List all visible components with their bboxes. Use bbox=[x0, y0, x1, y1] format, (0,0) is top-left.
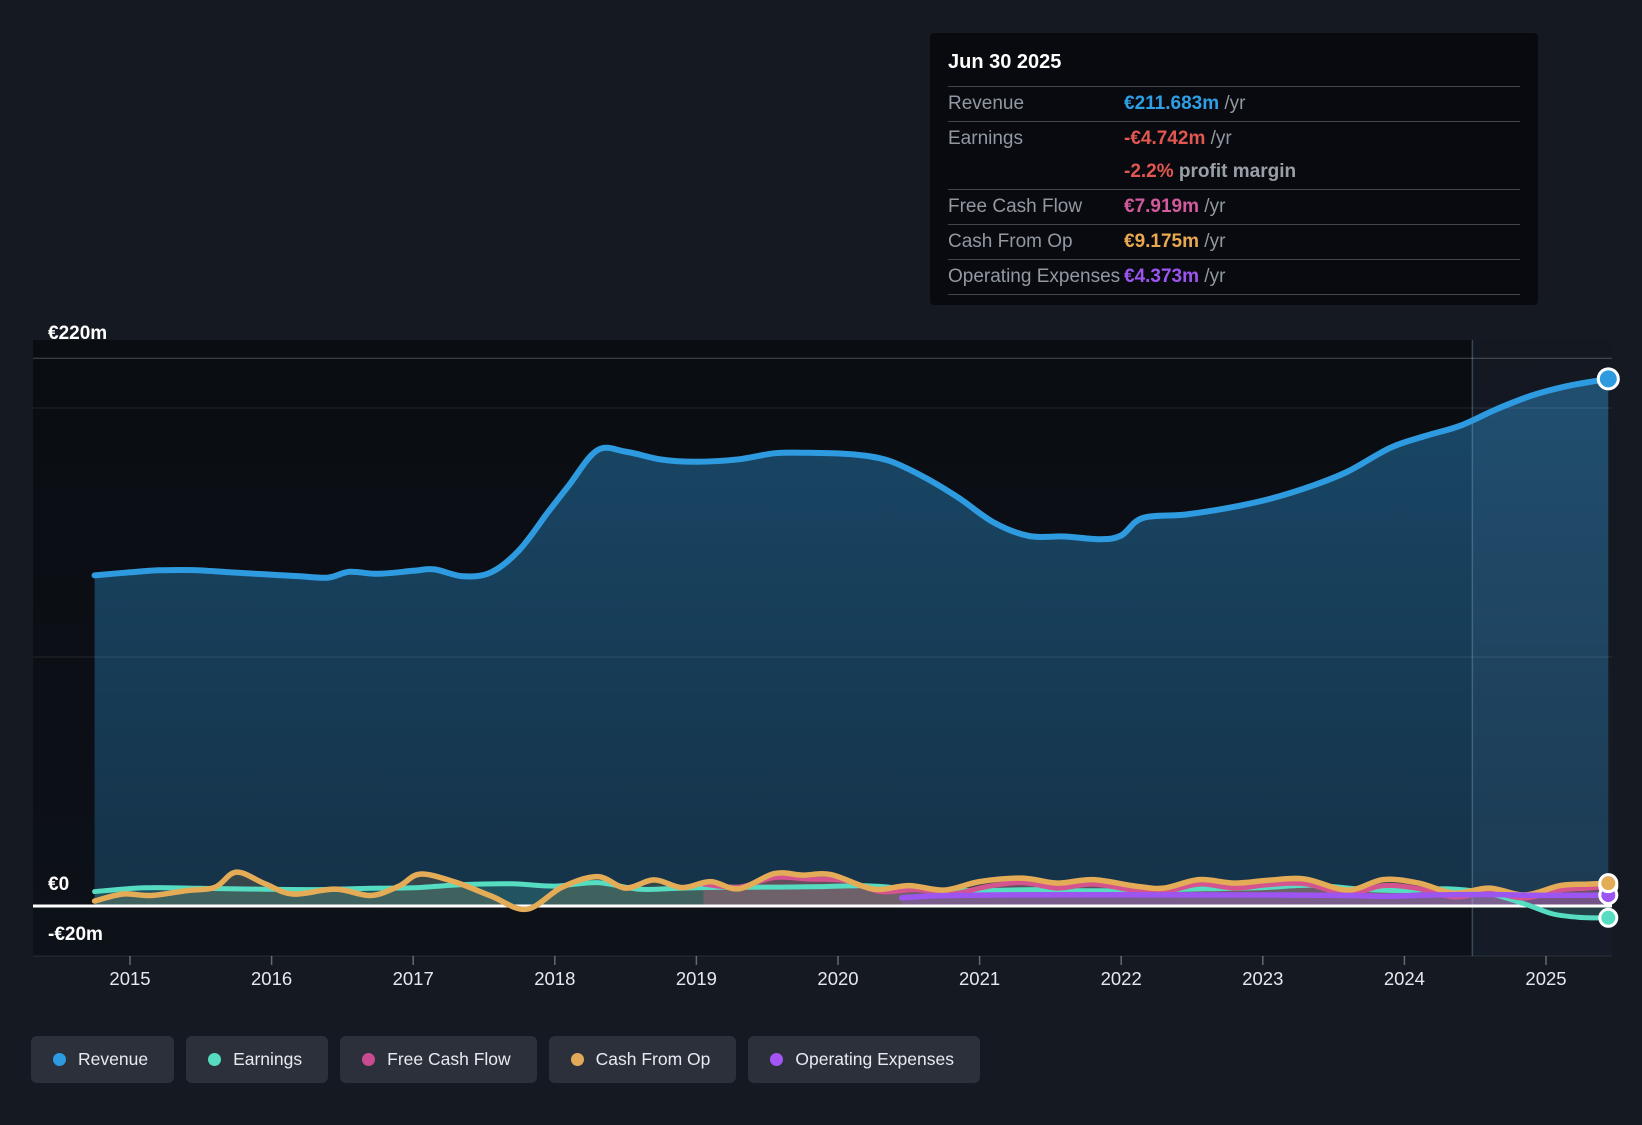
x-tick-label-2022: 2022 bbox=[1101, 968, 1142, 989]
x-tick-label-2018: 2018 bbox=[534, 968, 575, 989]
page: { "chart_data": { "type": "area", "unit"… bbox=[0, 0, 1642, 1120]
highlight-band-rect bbox=[1472, 340, 1612, 956]
x-tick-label-2020: 2020 bbox=[817, 968, 858, 989]
tooltip-row-operating-expenses: Operating Expenses €4.373m /yr bbox=[948, 260, 1520, 295]
tooltip-date: Jun 30 2025 bbox=[948, 43, 1520, 87]
revenue-value: €211.683m bbox=[1124, 93, 1220, 114]
x-tick-label-2021: 2021 bbox=[959, 968, 1000, 989]
earnings-value: -€4.742m bbox=[1124, 128, 1206, 149]
legend-label: Earnings bbox=[233, 1049, 303, 1069]
x-axis: 2015 2016 2017 2018 2019 2020 2021 2022 2023 2024… bbox=[33, 955, 1612, 989]
legend-item-earnings[interactable]: Earnings bbox=[186, 1036, 329, 1083]
free-cash-flow-value: €7.919m bbox=[1124, 196, 1200, 217]
legend-item-operating-expenses[interactable]: Operating Expenses bbox=[748, 1036, 980, 1083]
tooltip-row-free-cash-flow: Free Cash Flow €7.919m /yr bbox=[948, 190, 1520, 225]
operating-expenses-value: €4.373m bbox=[1124, 266, 1200, 287]
profit-margin: -2.2% profit margin bbox=[1124, 161, 1297, 182]
y-axis-zero-label: €0 bbox=[48, 874, 69, 895]
cash-from-op-value: €9.175m bbox=[1124, 231, 1200, 252]
legend-dot-free-cash-flow bbox=[362, 1053, 376, 1066]
y-axis-min-label: -€20m bbox=[48, 924, 103, 945]
tooltip-row-cash-from-op: Cash From Op €9.175m /yr bbox=[948, 225, 1520, 260]
y-axis-max-label: €220m bbox=[48, 323, 107, 344]
x-tick-label-2025: 2025 bbox=[1525, 968, 1566, 989]
legend-item-free-cash-flow[interactable]: Free Cash Flow bbox=[340, 1036, 537, 1083]
legend-label: Operating Expenses bbox=[795, 1049, 954, 1069]
legend-label: Free Cash Flow bbox=[387, 1049, 511, 1069]
x-tick-label-2016: 2016 bbox=[251, 968, 292, 989]
legend-item-revenue[interactable]: Revenue bbox=[31, 1036, 175, 1083]
x-tick-label-2023: 2023 bbox=[1242, 968, 1283, 989]
chart-tooltip: Jun 30 2025 Revenue €211.683m /yr Earnin… bbox=[930, 33, 1538, 305]
tooltip-row-earnings: Earnings -€4.742m /yr -2.2% profit margi… bbox=[948, 122, 1520, 190]
legend-dot-revenue bbox=[53, 1053, 66, 1066]
legend-dot-cash-from-op bbox=[570, 1053, 584, 1066]
legend-dot-operating-expenses bbox=[770, 1053, 784, 1066]
tooltip-row-revenue: Revenue €211.683m /yr bbox=[948, 87, 1520, 122]
cash-from-op-end-marker[interactable] bbox=[1598, 873, 1619, 894]
legend-item-cash-from-op[interactable]: Cash From Op bbox=[548, 1036, 737, 1083]
last-12-months-highlight-band bbox=[1471, 340, 1612, 956]
legend-label: Revenue bbox=[78, 1049, 149, 1069]
x-tick-label-2017: 2017 bbox=[393, 968, 434, 989]
x-tick-label-2024: 2024 bbox=[1384, 968, 1425, 989]
earnings-end-marker[interactable] bbox=[1598, 907, 1619, 928]
legend-label: Cash From Op bbox=[595, 1049, 711, 1069]
legend-dot-earnings bbox=[208, 1053, 222, 1066]
x-tick-label-2015: 2015 bbox=[109, 968, 150, 989]
operating-expenses-line bbox=[898, 891, 1612, 901]
revenue-end-marker[interactable] bbox=[1596, 367, 1620, 391]
chart-legend: Revenue Earnings Free Cash Flow Cash From O… bbox=[31, 1036, 980, 1083]
x-tick-label-2019: 2019 bbox=[676, 968, 717, 989]
